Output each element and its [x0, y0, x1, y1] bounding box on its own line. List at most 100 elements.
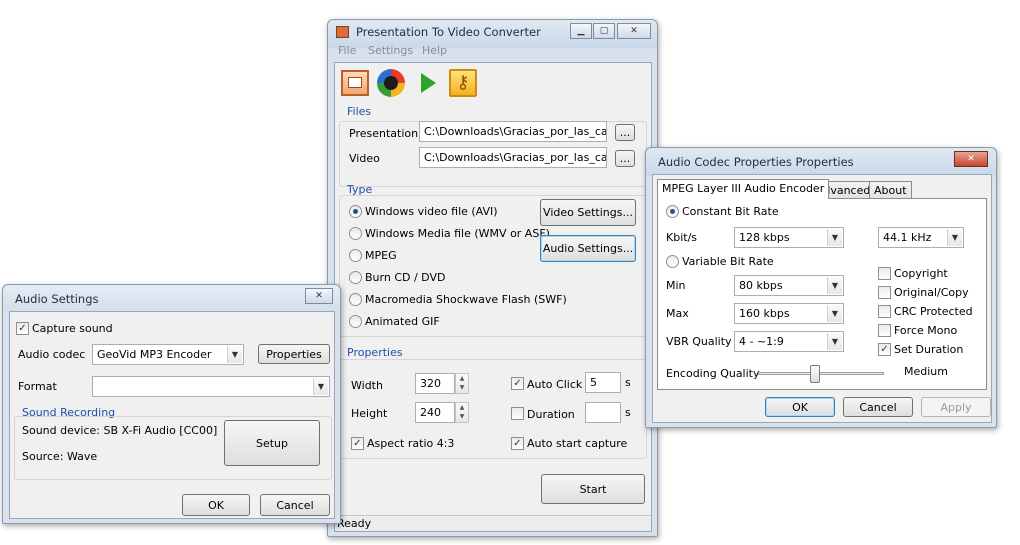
type-label-swf: Macromedia Shockwave Flash (SWF)	[365, 293, 567, 306]
audio-settings-titlebar: Audio Settings ✕	[9, 285, 334, 311]
tab-panel: Constant Bit Rate Kbit/s 128 kbps ▼ 44.1…	[657, 198, 987, 390]
copyright-label: Copyright	[894, 267, 948, 280]
video-settings-button[interactable]: Video Settings...	[540, 199, 636, 226]
vbr-quality-value: 4 - ~1:9	[739, 335, 784, 348]
presentation-label: Presentation	[349, 127, 419, 140]
frequency-value: 44.1 kHz	[883, 231, 932, 244]
vbr-quality-label: VBR Quality	[666, 335, 732, 348]
set-duration-checkbox[interactable]: ✓	[878, 343, 891, 356]
max-select[interactable]: 160 kbps ▼	[734, 303, 844, 324]
auto-click-label: Auto Click	[527, 378, 583, 391]
variable-bitrate-radio[interactable]	[666, 255, 679, 268]
duration-input[interactable]	[585, 402, 621, 423]
audio-codec-select[interactable]: GeoVid MP3 Encoder ▼	[92, 344, 244, 365]
audio-settings-cancel-button[interactable]: Cancel	[260, 494, 330, 516]
browse-video-button[interactable]: ...	[615, 150, 635, 167]
type-radio-mpeg[interactable]	[349, 249, 362, 262]
type-radio-wmv[interactable]	[349, 227, 362, 240]
encoding-quality-value: Medium	[904, 365, 948, 378]
sound-source-text: Source: Wave	[22, 450, 98, 463]
toolbar: ⚷	[339, 67, 539, 101]
video-path-input[interactable]: C:\Downloads\Gracias_por_las_cadene	[419, 147, 607, 168]
type-radio-avi[interactable]	[349, 205, 362, 218]
crc-protected-checkbox[interactable]	[878, 305, 891, 318]
kbits-label: Kbit/s	[666, 231, 698, 244]
type-label-wmv: Windows Media file (WMV or ASF)	[365, 227, 550, 240]
aspect-ratio-label: Aspect ratio 4:3	[367, 437, 455, 450]
constant-bitrate-radio[interactable]	[666, 205, 679, 218]
status-bar: Ready	[335, 515, 651, 531]
menu-settings[interactable]: Settings	[368, 44, 413, 57]
status-text: Ready	[337, 517, 372, 530]
menu-bar: File Settings Help	[336, 44, 636, 60]
capture-sound-checkbox[interactable]: ✓	[16, 322, 29, 335]
height-spinner[interactable]: ▲ ▼	[455, 402, 469, 423]
audio-settings-close-button[interactable]: ✕	[305, 288, 333, 304]
copyright-checkbox[interactable]	[878, 267, 891, 280]
chevron-down-icon: ▼	[313, 378, 328, 395]
constant-bitrate-label: Constant Bit Rate	[682, 205, 779, 218]
auto-start-label: Auto start capture	[527, 437, 628, 450]
codec-cancel-button[interactable]: Cancel	[843, 397, 913, 417]
codec-properties-button[interactable]: Properties	[258, 344, 330, 364]
type-radio-cd[interactable]	[349, 271, 362, 284]
slider-thumb[interactable]	[810, 365, 820, 383]
height-input[interactable]: 240	[415, 402, 455, 423]
main-titlebar: Presentation To Video Converter ▁ ▢ ✕	[334, 20, 651, 46]
play-icon[interactable]	[421, 73, 436, 93]
format-select[interactable]: ▼	[92, 376, 330, 397]
chevron-down-icon: ▼	[827, 229, 842, 246]
type-radio-gif[interactable]	[349, 315, 362, 328]
chevron-down-icon: ▼	[947, 229, 962, 246]
min-select[interactable]: 80 kbps ▼	[734, 275, 844, 296]
menu-file[interactable]: File	[338, 44, 356, 57]
chevron-down-icon: ▼	[827, 277, 842, 294]
force-mono-checkbox[interactable]	[878, 324, 891, 337]
tab-about[interactable]: About	[869, 181, 912, 199]
key-icon[interactable]: ⚷	[449, 69, 477, 97]
start-button[interactable]: Start	[541, 474, 645, 504]
setup-button[interactable]: Setup	[224, 420, 320, 466]
media-icon[interactable]	[377, 69, 405, 97]
close-button[interactable]: ✕	[617, 23, 651, 39]
presentation-path-input[interactable]: C:\Downloads\Gracias_por_las_cadene	[419, 121, 607, 142]
original-copy-label: Original/Copy	[894, 286, 969, 299]
minimize-button[interactable]: ▁	[570, 23, 592, 39]
type-radio-swf[interactable]	[349, 293, 362, 306]
kbits-select[interactable]: 128 kbps ▼	[734, 227, 844, 248]
sound-device-text: Sound device: SB X-Fi Audio [CC00]	[22, 424, 218, 437]
type-label-avi: Windows video file (AVI)	[365, 205, 498, 218]
browse-presentation-button[interactable]: ...	[615, 124, 635, 141]
min-label: Min	[666, 279, 686, 292]
capture-sound-label: Capture sound	[32, 322, 113, 335]
encoding-quality-slider[interactable]	[758, 365, 884, 383]
width-spinner[interactable]: ▲ ▼	[455, 373, 469, 394]
main-client: ⚷ Files Presentation C:\Downloads\Gracia…	[334, 62, 652, 532]
aspect-ratio-checkbox[interactable]: ✓	[351, 437, 364, 450]
kbits-value: 128 kbps	[739, 231, 790, 244]
audio-settings-ok-button[interactable]: OK	[182, 494, 250, 516]
frequency-select[interactable]: 44.1 kHz ▼	[878, 227, 964, 248]
codec-close-button[interactable]: ✕	[954, 151, 988, 167]
width-input[interactable]: 320	[415, 373, 455, 394]
duration-unit: s	[625, 406, 631, 419]
duration-checkbox[interactable]	[511, 407, 524, 420]
codec-properties-dialog: Audio Codec Properties Properties ✕ MPEG…	[645, 147, 997, 428]
original-copy-checkbox[interactable]	[878, 286, 891, 299]
audio-codec-label: Audio codec	[18, 348, 86, 361]
auto-click-checkbox[interactable]: ✓	[511, 377, 524, 390]
audio-codec-value: GeoVid MP3 Encoder	[97, 348, 212, 361]
menu-help[interactable]: Help	[422, 44, 447, 57]
maximize-button[interactable]: ▢	[593, 23, 615, 39]
duration-label: Duration	[527, 408, 575, 421]
codec-ok-button[interactable]: OK	[765, 397, 835, 417]
audio-settings-client: ✓ Capture sound Audio codec GeoVid MP3 E…	[9, 311, 335, 519]
presentation-icon[interactable]	[341, 70, 369, 96]
auto-start-checkbox[interactable]: ✓	[511, 437, 524, 450]
audio-settings-button[interactable]: Audio Settings...	[540, 235, 636, 262]
type-label-mpeg: MPEG	[365, 249, 397, 262]
tab-mpeg-layer3[interactable]: MPEG Layer III Audio Encoder	[657, 179, 830, 199]
vbr-quality-select[interactable]: 4 - ~1:9 ▼	[734, 331, 844, 352]
codec-apply-button[interactable]: Apply	[921, 397, 991, 417]
auto-click-input[interactable]: 5	[585, 372, 621, 393]
